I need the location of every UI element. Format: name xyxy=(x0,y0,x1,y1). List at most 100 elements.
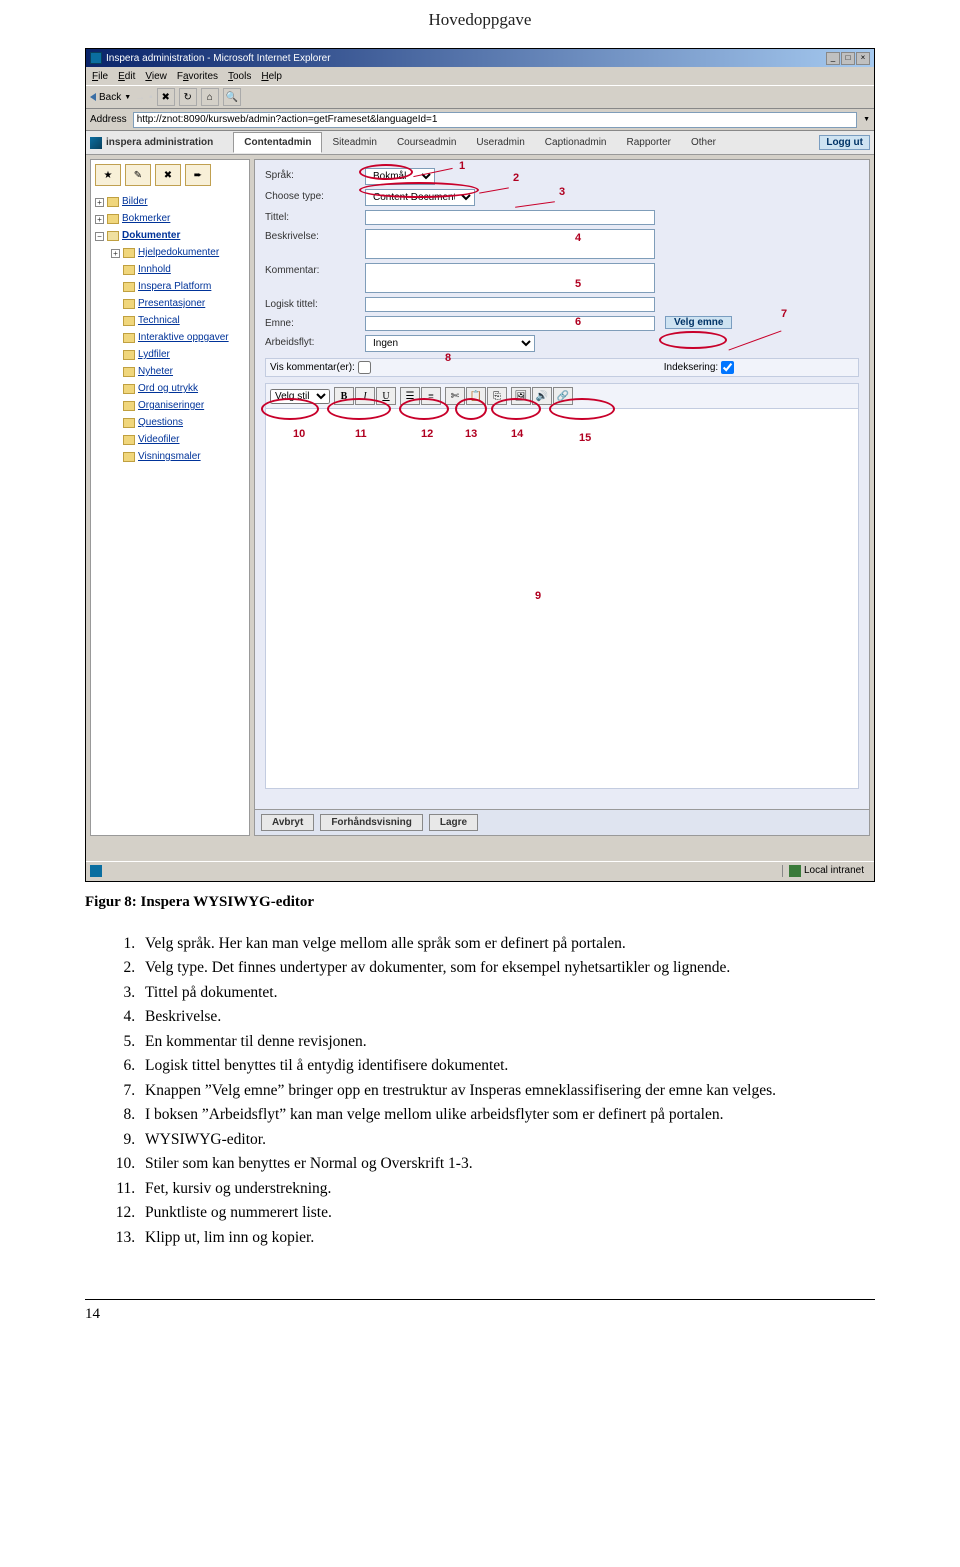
folder-icon xyxy=(107,197,119,207)
page-header: Hovedoppgave xyxy=(85,10,875,30)
arbeidsflyt-select[interactable]: Ingen xyxy=(365,335,535,352)
minimize-button[interactable]: _ xyxy=(826,52,840,65)
folder-icon xyxy=(123,401,135,411)
lagre-button[interactable]: Lagre xyxy=(429,814,478,831)
tree-inspera-platform[interactable]: Inspera Platform xyxy=(138,279,211,295)
window-title: Inspera administration - Microsoft Inter… xyxy=(106,53,331,64)
menu-tools[interactable]: Tools xyxy=(228,71,251,82)
indeksering-checkbox[interactable] xyxy=(721,361,734,374)
forhandsvisning-button[interactable]: Forhåndsvisning xyxy=(320,814,423,831)
footer-rule xyxy=(85,1299,875,1300)
tree-nyheter[interactable]: Nyheter xyxy=(138,364,173,380)
tree-lydfiler[interactable]: Lydfiler xyxy=(138,347,170,363)
refresh-button[interactable]: ↻ xyxy=(179,88,197,106)
bullet-list-button[interactable]: ☰ xyxy=(400,387,420,405)
italic-button[interactable]: I xyxy=(355,387,375,405)
close-button[interactable]: × xyxy=(856,52,870,65)
folder-icon xyxy=(123,248,135,258)
move-icon[interactable]: ➨ xyxy=(185,164,211,186)
zone-icon xyxy=(789,865,801,877)
tab-useradmin[interactable]: Useradmin xyxy=(466,133,534,152)
expand-icon[interactable]: + xyxy=(111,249,120,258)
tree-questions[interactable]: Questions xyxy=(138,415,183,431)
screenshot-frame: Inspera administration - Microsoft Inter… xyxy=(85,48,875,882)
underline-button[interactable]: U xyxy=(376,387,396,405)
expand-icon[interactable]: + xyxy=(95,215,104,224)
tittel-input[interactable] xyxy=(365,210,655,225)
media-button[interactable]: 🔊 xyxy=(532,387,552,405)
avbryt-button[interactable]: Avbryt xyxy=(261,814,314,831)
tree-ord[interactable]: Ord og utrykk xyxy=(138,381,198,397)
tab-rapporter[interactable]: Rapporter xyxy=(617,133,681,152)
tree-organiseringer[interactable]: Organiseringer xyxy=(138,398,204,414)
tree-bilder[interactable]: Bilder xyxy=(122,194,148,210)
form-panel: Språk:Bokmål Choose type:Content Documen… xyxy=(254,159,870,836)
cut-button[interactable]: ✄ xyxy=(445,387,465,405)
brand-logo-icon xyxy=(90,137,102,149)
paste-button[interactable]: 📋 xyxy=(466,387,486,405)
tab-captionadmin[interactable]: Captionadmin xyxy=(535,133,617,152)
list-item: Velg type. Det finnes undertyper av doku… xyxy=(139,957,875,979)
logisk-input[interactable] xyxy=(365,297,655,312)
tree-visningsmaler[interactable]: Visningsmaler xyxy=(138,449,201,465)
menu-favorites[interactable]: Favorites xyxy=(177,71,218,82)
ie-toolbar: Back ▼ → ▪ ✖ ↻ ⌂ 🔍 xyxy=(86,85,874,109)
bold-button[interactable]: B xyxy=(334,387,354,405)
ie-addressbar: Address ▼ xyxy=(86,109,874,131)
address-input[interactable] xyxy=(133,112,857,128)
beskrivelse-input[interactable] xyxy=(365,229,655,259)
ie-statusbar: Local intranet xyxy=(86,861,874,879)
list-item: Velg språk. Her kan man velge mellom all… xyxy=(139,933,875,955)
stop-button[interactable]: ✖ xyxy=(157,88,175,106)
list-item: En kommentar til denne revisjonen. xyxy=(139,1031,875,1053)
address-label: Address xyxy=(90,114,127,125)
tree-bokmerker[interactable]: Bokmerker xyxy=(122,211,170,227)
tab-other[interactable]: Other xyxy=(681,133,726,152)
number-list-button[interactable]: ≡ xyxy=(421,387,441,405)
list-item: Fet, kursiv og understrekning. xyxy=(139,1178,875,1200)
search-button[interactable]: 🔍 xyxy=(223,88,241,106)
tree-interaktive[interactable]: Interaktive oppgaver xyxy=(138,330,229,346)
list-item: Stiler som kan benyttes er Normal og Ove… xyxy=(139,1153,875,1175)
tree-presentasjoner[interactable]: Presentasjoner xyxy=(138,296,205,312)
delete-icon[interactable]: ✖ xyxy=(155,164,181,186)
editor-canvas[interactable] xyxy=(265,409,859,789)
back-button[interactable]: Back ▼ xyxy=(90,92,131,103)
new-folder-icon[interactable]: ✎ xyxy=(125,164,151,186)
tree-videofiler[interactable]: Videofiler xyxy=(138,432,180,448)
velg-emne-button[interactable]: Velg emne xyxy=(665,316,732,329)
tab-siteadmin[interactable]: Siteadmin xyxy=(322,133,386,152)
menu-file[interactable]: File xyxy=(92,71,108,82)
tree-hjelpedokumenter[interactable]: Hjelpedokumenter xyxy=(138,245,219,261)
kommentar-input[interactable] xyxy=(365,263,655,293)
logout-button[interactable]: Logg ut xyxy=(819,135,870,150)
style-select[interactable]: Velg stil xyxy=(270,389,330,404)
menu-help[interactable]: Help xyxy=(261,71,282,82)
link-button[interactable]: 🔗 xyxy=(553,387,573,405)
copy-button[interactable]: ⎘ xyxy=(487,387,507,405)
image-button[interactable]: 🖼 xyxy=(511,387,531,405)
tab-courseadmin[interactable]: Courseadmin xyxy=(387,133,466,152)
tree-innhold[interactable]: Innhold xyxy=(138,262,171,278)
type-select[interactable]: Content Document xyxy=(365,189,475,206)
home-button[interactable]: ⌂ xyxy=(201,88,219,106)
expand-icon[interactable]: + xyxy=(95,198,104,207)
new-doc-icon[interactable]: ★ xyxy=(95,164,121,186)
menu-view[interactable]: View xyxy=(145,71,167,82)
vis-kommentar-checkbox[interactable] xyxy=(358,361,371,374)
menu-edit[interactable]: Edit xyxy=(118,71,135,82)
tree-technical[interactable]: Technical xyxy=(138,313,180,329)
sprak-select[interactable]: Bokmål xyxy=(365,168,435,185)
vis-kommentar-label: Vis kommentar(er): xyxy=(270,362,355,373)
folder-icon xyxy=(123,418,135,428)
tab-contentadmin[interactable]: Contentadmin xyxy=(233,132,322,153)
folder-icon xyxy=(123,452,135,462)
back-arrow-icon xyxy=(90,93,96,101)
collapse-icon[interactable]: − xyxy=(95,232,104,241)
emne-input[interactable] xyxy=(365,316,655,331)
maximize-button[interactable]: □ xyxy=(841,52,855,65)
brand-text: inspera administration xyxy=(106,137,213,148)
folder-icon xyxy=(123,384,135,394)
tree-dokumenter[interactable]: Dokumenter xyxy=(122,228,180,244)
folder-icon xyxy=(123,265,135,275)
